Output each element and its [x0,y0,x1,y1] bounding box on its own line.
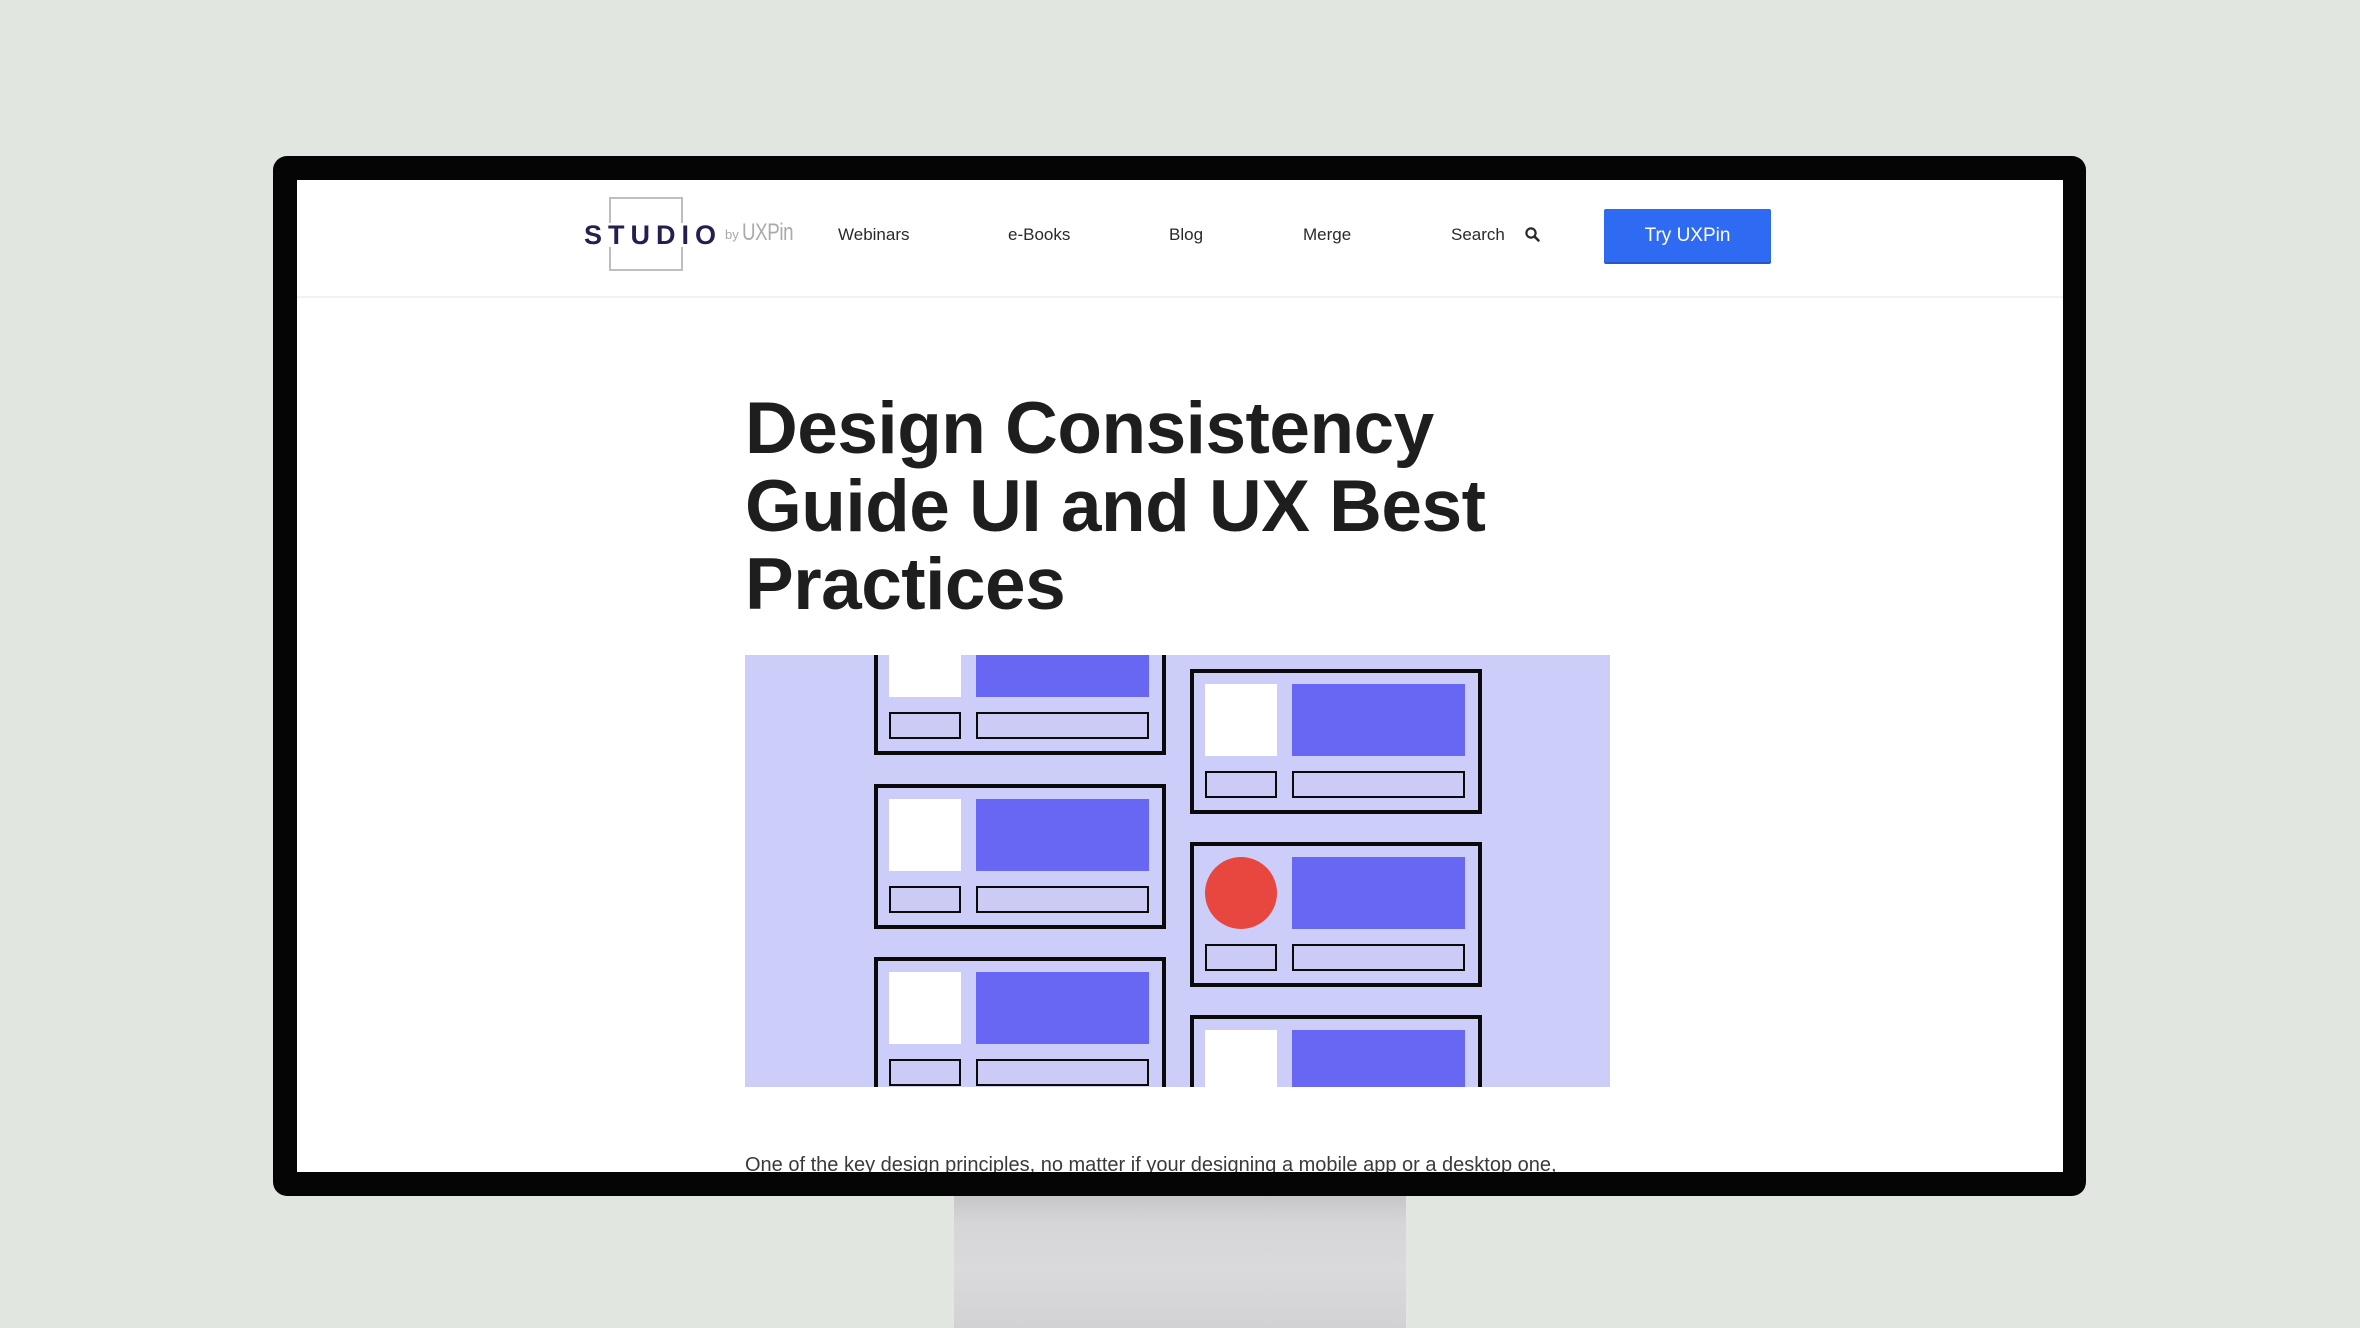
card-content-block [976,655,1149,697]
title-line: Guide UI and UX Best [745,466,1486,547]
card-small-field [889,712,961,739]
try-uxpin-button[interactable]: Try UXPin [1604,209,1771,262]
article-intro: One of the key design principles, no mat… [745,1154,1557,1172]
logo-uxpin-text: UXPin [742,219,794,246]
card-content-block [976,972,1149,1044]
ui-card [874,957,1166,1087]
card-large-field [976,886,1149,913]
card-thumbnail [1205,684,1277,756]
site-header: STUDIO by UXPin Webinars e-Books Blog Me… [297,180,2063,298]
card-small-field [889,886,961,913]
nav-webinars[interactable]: Webinars [838,224,910,246]
nav-search[interactable]: Search [1451,224,1505,246]
nav-ebooks[interactable]: e-Books [1008,224,1070,246]
card-small-field [1205,944,1277,971]
logo-by-text: by [725,227,739,242]
card-content-block [1292,1030,1465,1087]
search-icon[interactable] [1524,226,1542,244]
nav-merge[interactable]: Merge [1303,224,1351,246]
monitor-screen: STUDIO by UXPin Webinars e-Books Blog Me… [297,180,2063,1172]
card-large-field [976,1059,1149,1086]
logo-studio-text: STUDIO [584,220,723,250]
card-large-field [1292,944,1465,971]
card-thumbnail [889,972,961,1044]
article-title: Design Consistency Guide UI and UX Best … [745,390,1565,624]
card-thumbnail [1205,1030,1277,1087]
card-large-field [976,712,1149,739]
ui-card [874,784,1166,929]
card-small-field [1205,771,1277,798]
hero-illustration [745,655,1610,1087]
ui-card [874,655,1166,755]
red-circle-icon [1205,857,1277,929]
monitor-stand [954,1180,1406,1328]
card-content-block [1292,684,1465,756]
card-thumbnail [889,655,961,697]
ui-card [1190,1015,1482,1087]
title-line: Design Consistency [745,388,1434,469]
ui-card-highlighted [1190,842,1482,987]
card-thumbnail [889,799,961,871]
title-line: Practices [745,544,1066,625]
card-large-field [1292,771,1465,798]
card-small-field [889,1059,961,1086]
card-content-block [1292,857,1465,929]
card-content-block [976,799,1149,871]
ui-card [1190,669,1482,814]
nav-blog[interactable]: Blog [1169,224,1203,246]
studio-logo[interactable]: STUDIO by UXPin [584,197,814,275]
